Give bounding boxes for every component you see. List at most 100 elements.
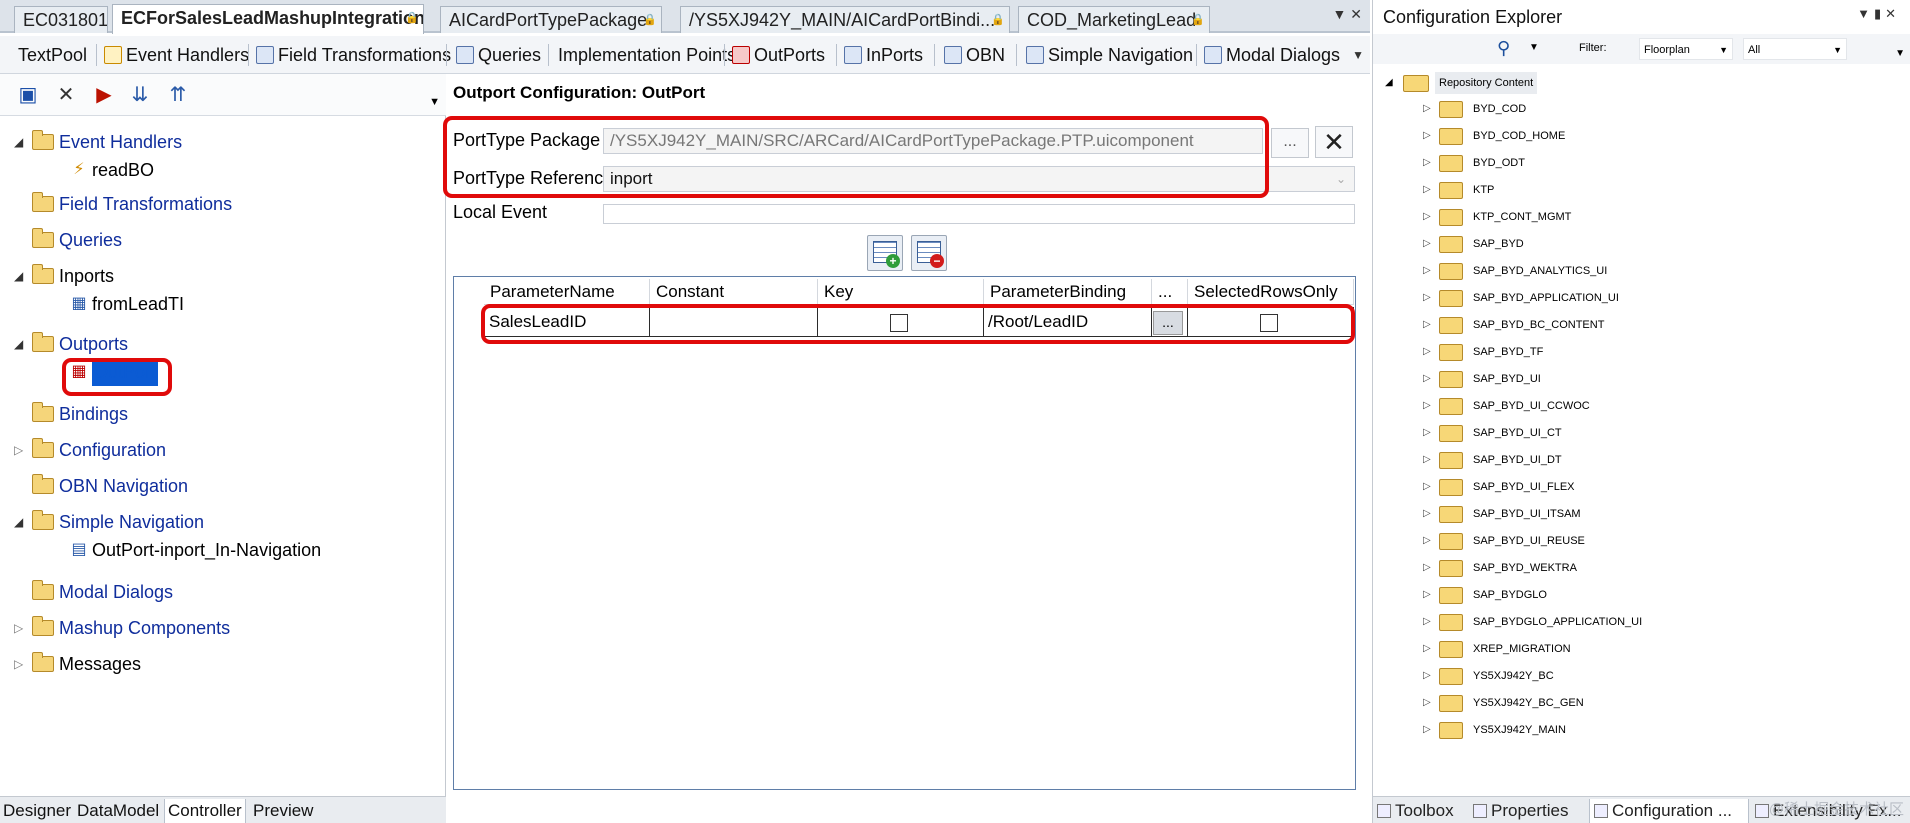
expand-icon[interactable]: ▷ (14, 650, 23, 678)
filter-type-select[interactable]: Floorplan ▼ (1639, 38, 1733, 60)
toolbar-queries[interactable]: Queries (456, 41, 541, 69)
local-event-field[interactable] (603, 204, 1355, 224)
execute-icon[interactable]: ▶ (92, 83, 116, 107)
tree-label: Mashup Components (59, 618, 231, 638)
expand-icon[interactable]: ▷ (1423, 474, 1431, 500)
expand-icon[interactable]: ▷ (1423, 555, 1431, 581)
expand-icon[interactable]: ▷ (1423, 258, 1431, 284)
expand-icon[interactable]: ▷ (14, 436, 23, 464)
inport-icon: ▦ (71, 295, 87, 312)
expand-icon[interactable]: ▷ (1423, 150, 1431, 176)
toolbar-textpool[interactable]: TextPool (18, 41, 87, 69)
tree-toolbar-overflow-icon[interactable]: ▼ (429, 96, 440, 108)
tab-ec031801[interactable]: EC031801 (14, 6, 108, 33)
column-header[interactable]: ParameterBinding (984, 279, 1152, 305)
cell-parameter-binding[interactable]: /Root/LeadID (984, 307, 1152, 337)
tree-label: Repository Content (1435, 72, 1538, 94)
clear-porttype-button[interactable]: ✕ (1315, 126, 1353, 158)
expand-icon[interactable]: ▷ (1423, 528, 1431, 554)
search-dropdown-icon[interactable]: ▼ (1529, 42, 1539, 53)
expand-icon[interactable]: ▷ (1423, 204, 1431, 230)
modal-dialog-icon (1204, 46, 1222, 64)
expand-icon[interactable]: ▷ (1423, 177, 1431, 203)
collapse-icon[interactable]: ◢ (1385, 72, 1393, 94)
expand-icon[interactable]: ▷ (14, 614, 23, 642)
tree-label: SAP_BYD (1473, 238, 1524, 250)
expand-icon[interactable]: ▷ (1423, 231, 1431, 257)
tab-list-close-icons[interactable]: ▼ ✕ (1333, 6, 1362, 23)
toolbar-implementation-points[interactable]: Implementation Points (558, 41, 736, 69)
add-icon[interactable]: ▣ (16, 83, 40, 107)
tab-preview[interactable]: Preview (250, 799, 316, 823)
tree-label: Queries (59, 230, 123, 250)
expand-icon[interactable]: ▷ (1423, 447, 1431, 473)
remove-row-button[interactable]: − (911, 235, 947, 271)
toolbar-overflow-icon[interactable]: ▼ (1352, 48, 1364, 62)
tab-aicardportbinding[interactable]: /YS5XJ942Y_MAIN/AICardPortBindi... 🔒 (680, 6, 1010, 33)
expand-icon[interactable]: ▷ (1423, 366, 1431, 392)
tab-configuration[interactable]: Configuration ... (1589, 799, 1749, 823)
expand-icon[interactable]: ▷ (1423, 123, 1431, 149)
expand-icon[interactable]: ▷ (1423, 393, 1431, 419)
column-header[interactable]: ... (1152, 279, 1188, 305)
porttype-package-field[interactable]: /YS5XJ942Y_MAIN/SRC/ARCard/AICardPortTyp… (603, 128, 1263, 154)
column-header[interactable]: Constant (650, 279, 818, 305)
tree-label: Configuration (59, 440, 167, 460)
expand-icon[interactable]: ▷ (1423, 312, 1431, 338)
expand-icon[interactable]: ▷ (1423, 690, 1431, 716)
toolbar-inports[interactable]: InPorts (844, 41, 923, 69)
expand-icon[interactable]: ▷ (1423, 285, 1431, 311)
column-header[interactable]: Key (818, 279, 984, 305)
add-row-button[interactable]: + (867, 235, 903, 271)
tab-controller[interactable]: Controller (164, 799, 246, 823)
tab-cod-marketinglead[interactable]: COD_MarketingLead 🔒 (1018, 6, 1210, 33)
expand-all-icon[interactable]: ⇊ (128, 83, 152, 107)
tree-label: SAP_BYD_ANALYTICS_UI (1473, 265, 1608, 277)
tree-label: Outports (59, 334, 129, 354)
toolbar-obn[interactable]: OBN (944, 41, 1005, 69)
collapse-icon[interactable]: ◢ (14, 262, 23, 290)
cell-parameter-name[interactable]: SalesLeadID (484, 307, 650, 337)
toolbar-simple-navigation[interactable]: Simple Navigation (1026, 41, 1193, 69)
folder-icon (1439, 479, 1463, 496)
selected-rows-only-checkbox[interactable] (1260, 314, 1278, 332)
porttype-reference-select[interactable]: inport ⌄ (603, 166, 1355, 192)
delete-icon[interactable]: ✕ (54, 83, 78, 107)
pane-window-controls-icon[interactable]: ▼▮✕ (1857, 6, 1900, 22)
collapse-icon[interactable]: ◢ (14, 330, 23, 358)
explorer-toolbar-overflow-icon[interactable]: ▼ (1895, 48, 1905, 59)
key-checkbox[interactable] (890, 314, 908, 332)
expand-icon[interactable]: ▷ (1423, 339, 1431, 365)
tab-ecforsalesleadmashupintegration[interactable]: ECForSalesLeadMashupIntegration 🔒 (112, 4, 424, 34)
expand-icon[interactable]: ▷ (1423, 582, 1431, 608)
toolbar-modal-dialogs[interactable]: Modal Dialogs (1204, 41, 1340, 69)
collapse-icon[interactable]: ◢ (14, 128, 23, 156)
cell-constant[interactable] (650, 307, 818, 337)
expand-icon[interactable]: ▷ (1423, 501, 1431, 527)
expand-icon[interactable]: ▷ (1423, 96, 1431, 122)
tab-properties[interactable]: Properties (1473, 799, 1585, 823)
expand-icon[interactable]: ▷ (1423, 663, 1431, 689)
column-header[interactable]: ParameterName (484, 279, 650, 305)
search-icon[interactable]: ⚲ (1497, 38, 1519, 60)
expand-icon[interactable]: ▷ (1423, 609, 1431, 635)
expand-icon[interactable]: ▷ (1423, 717, 1431, 743)
toolbar-label: InPorts (866, 45, 924, 65)
collapse-all-icon[interactable]: ⇈ (166, 83, 190, 107)
folder-icon (32, 510, 54, 530)
tab-datamodel[interactable]: DataModel (74, 799, 162, 823)
binding-browse-button[interactable]: ... (1153, 311, 1183, 335)
local-event-label: Local Event (453, 202, 548, 222)
browse-button[interactable]: ... (1271, 128, 1309, 158)
toolbar-outports[interactable]: OutPorts (732, 41, 825, 69)
expand-icon[interactable]: ▷ (1423, 420, 1431, 446)
expand-icon[interactable]: ▷ (1423, 636, 1431, 662)
collapse-icon[interactable]: ◢ (14, 508, 23, 536)
tab-designer[interactable]: Designer (0, 799, 74, 823)
column-header[interactable]: SelectedRowsOnly (1188, 279, 1354, 305)
toolbar-field-transformations[interactable]: Field Transformations (256, 41, 451, 69)
toolbar-event-handlers[interactable]: Event Handlers (104, 41, 249, 69)
tab-toolbox[interactable]: Toolbox (1377, 799, 1469, 823)
tab-aicardporttypepackage[interactable]: AICardPortTypePackage 🔒 (440, 6, 662, 33)
filter-value-select[interactable]: All ▼ (1743, 38, 1847, 60)
